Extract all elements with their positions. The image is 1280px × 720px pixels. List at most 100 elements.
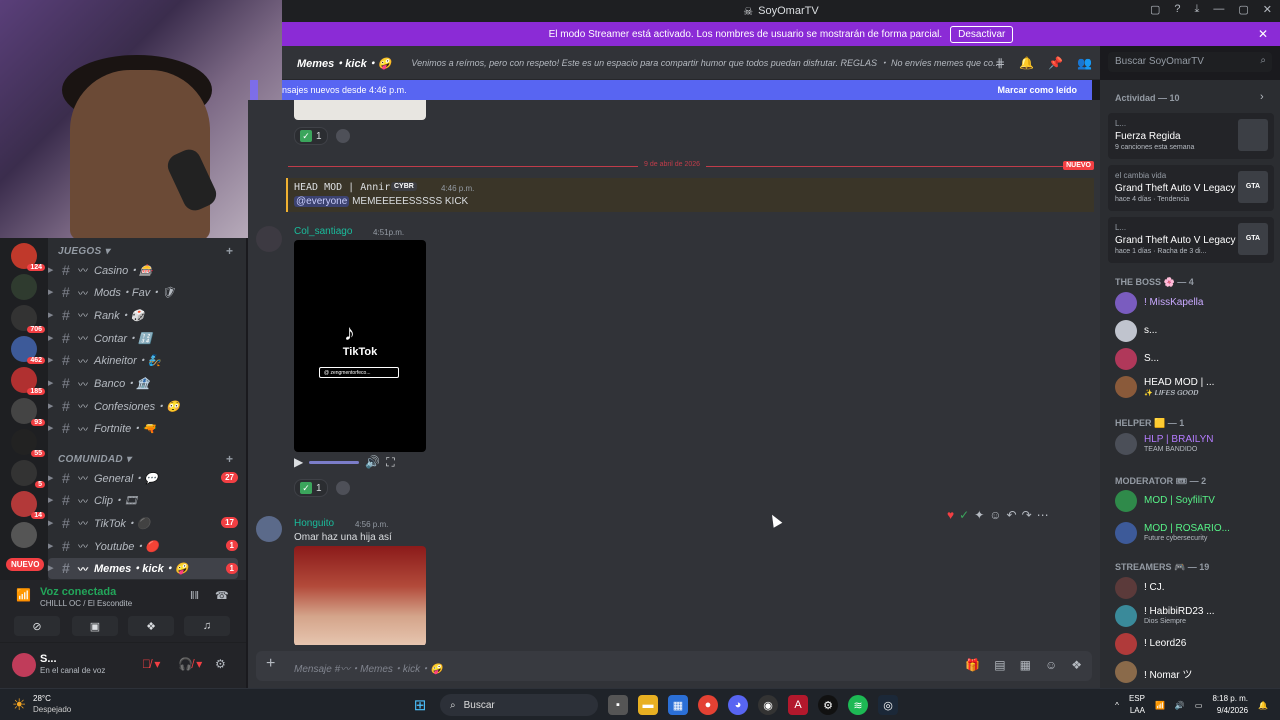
server-icon[interactable]: 55 [11,429,45,457]
acrobat-icon[interactable]: A [788,695,808,715]
server-icon[interactable] [11,274,37,300]
add-reaction-icon[interactable] [336,129,350,143]
channel-item[interactable]: ▶ # 〰 Memes・kick・🤪 1 [48,557,238,579]
member-item[interactable]: ! MissKapella [1115,291,1275,317]
add-reaction-icon[interactable]: ☺ [989,508,1001,522]
server-icon[interactable]: 14 [11,491,45,519]
gif-icon[interactable]: ▤ [994,658,1005,672]
volume-slider[interactable] [309,460,360,464]
chevron-right-icon[interactable]: › [1260,91,1264,103]
taskbar-search[interactable]: ⌕ Buscar [440,694,598,716]
new-messages-bar[interactable]: nsajes nuevos desde 4:46 p.m. Marcar com… [282,80,1092,100]
inbox-icon[interactable]: ▢ [1150,3,1160,16]
apps-icon[interactable]: ❖ [1071,658,1082,672]
member-item[interactable]: ! Nomar ツ [1115,660,1275,686]
server-icon[interactable]: 5 [11,460,45,488]
discord-icon[interactable]: ◕ [728,695,748,715]
channel-item[interactable]: ▶ # 〰 Rank・🎲 [48,304,238,325]
upload-icon[interactable]: + [266,655,275,673]
channel-item[interactable]: ▶ # 〰 General・💬 27 [48,467,238,488]
activities-button[interactable]: ❖ [128,616,174,636]
weather-icon[interactable]: ☀ [12,695,26,715]
member-item[interactable]: HEAD MOD | ... ✨ 𝑳𝑰𝑭𝑬𝑺 𝑮𝑶𝑶𝑫 [1115,375,1275,401]
search-input[interactable]: Buscar SoyOmarTV ⌕ [1108,52,1272,72]
member-item[interactable]: s... [1115,319,1275,345]
channel-item[interactable]: ▶ # 〰 Contar・🔢 [48,327,238,348]
channel-item[interactable]: ▶ # 〰 Banco・🏦 [48,373,238,394]
settings-app-icon[interactable]: ⚙ [818,695,838,715]
forward-icon[interactable]: ↷ [1022,508,1032,522]
heart-reaction-icon[interactable]: ♥ [947,508,954,522]
avatar[interactable] [12,653,36,677]
store-icon[interactable]: ▦ [668,695,688,715]
disable-streamer-button[interactable]: Desactivar [950,25,1014,43]
play-icon[interactable]: ▶ [294,455,303,469]
mute-icon[interactable]: 🎙̸ ▾ [142,657,160,671]
minimize-button[interactable]: — [1213,3,1224,16]
add-channel-icon[interactable]: + [226,244,233,258]
channel-item[interactable]: ▶ # 〰 TikTok・⚫ 17 [48,512,238,533]
message-image[interactable] [294,546,426,645]
channel-item[interactable]: ▶ # 〰 Mods・Fav・🛡 [48,282,238,303]
pin-icon[interactable]: 📌 [1048,56,1063,70]
noise-suppression-icon[interactable]: ‖‖ [190,590,199,602]
reaction-check[interactable]: ✓ 1 [294,127,328,145]
member-item[interactable]: ! Leord26 [1115,632,1275,658]
download-icon[interactable]: ⤓ [1195,3,1200,16]
server-icon[interactable]: 93 [11,398,45,426]
more-icon[interactable]: ⋯ [1037,508,1049,522]
clock[interactable]: 8:18 p. m. 9/4/2026 [1212,693,1248,717]
gift-icon[interactable]: 🎁 [965,658,980,672]
message-input[interactable]: + Mensaje #〰・Memes・kick・🤪 🎁 ▤ ▦ ☺ ❖ [256,651,1092,681]
tray-overflow-icon[interactable]: ^ [1115,701,1119,710]
mention-everyone[interactable]: @everyone [294,196,350,207]
mark-as-read-button[interactable]: Marcar como leído [997,85,1077,95]
add-channel-icon[interactable]: + [226,452,233,466]
server-icon[interactable]: 462 [11,336,45,364]
message-author[interactable]: HEAD MOD | Annir [294,182,390,193]
camera-off-button[interactable]: ⊘ [14,616,60,636]
screen-share-button[interactable]: ▣ [72,616,118,636]
channel-item[interactable]: ▶ # 〰 Fortnite・🔫 [48,418,238,439]
member-item[interactable]: HLP | BRAILYN TEAM BANDIDO [1115,432,1275,458]
activity-card[interactable]: L... Grand Theft Auto V Legacy hace 1 días… [1108,217,1274,263]
message-author[interactable]: Honguito [294,518,334,529]
reaction-check[interactable]: ✓ 1 [294,479,328,497]
emoji-icon[interactable]: ☺ [1045,658,1057,672]
avatar[interactable] [256,516,282,542]
member-item[interactable]: ! CJ. [1115,576,1275,602]
settings-icon[interactable]: ⚙ [215,657,226,671]
chrome-icon[interactable]: ● [698,695,718,715]
server-icon[interactable] [11,522,37,548]
channel-item[interactable]: ▶ # 〰 Clip・🎞 [48,490,238,511]
activity-card[interactable]: L... Fuerza Regida 9 canciones esta semana [1108,113,1274,159]
volume-icon[interactable]: 🔊 [1175,701,1185,710]
close-button[interactable]: ✕ [1263,3,1272,16]
start-icon[interactable]: ⊞ [410,695,430,715]
voice-location[interactable]: CHILLL OC / El Escondite [40,599,132,608]
server-icon[interactable]: 185 [11,367,45,395]
members-icon[interactable]: 👥 [1077,56,1092,70]
channel-item[interactable]: ▶ # 〰 Casino・🎰 [48,259,238,280]
message-image[interactable] [294,100,426,120]
category-juegos[interactable]: JUEGOS ▾ + [58,244,233,258]
help-icon[interactable]: ? [1174,3,1180,16]
channel-item[interactable]: ▶ # 〰 Confesiones・😳 [48,395,238,416]
avatar[interactable] [256,226,282,252]
channel-item[interactable]: ▶ # 〰 Akineitor・🧞 [48,350,238,371]
member-item[interactable]: S... [1115,347,1275,373]
wifi-icon[interactable]: 📶 [1155,701,1165,710]
notification-icon[interactable]: 🔔 [1258,701,1268,710]
reply-icon[interactable]: ↶ [1007,508,1017,522]
check-reaction-icon[interactable]: ✓ [959,508,969,522]
custom-reaction-icon[interactable]: ✦ [974,508,984,522]
deafen-icon[interactable]: 🎧̸ ▾ [178,657,202,671]
maximize-button[interactable]: ▢ [1238,3,1248,16]
member-item[interactable]: MOD | SoyfiliTV [1115,489,1275,515]
sticker-icon[interactable]: ▦ [1020,658,1031,672]
server-icon[interactable]: 124 [11,243,45,271]
soundboard-button[interactable]: ♫ [184,616,230,636]
language-indicator[interactable]: ESP LAA [1129,693,1145,717]
server-icon[interactable]: 706 [11,305,45,333]
fullscreen-icon[interactable]: ⛶ [386,455,394,470]
